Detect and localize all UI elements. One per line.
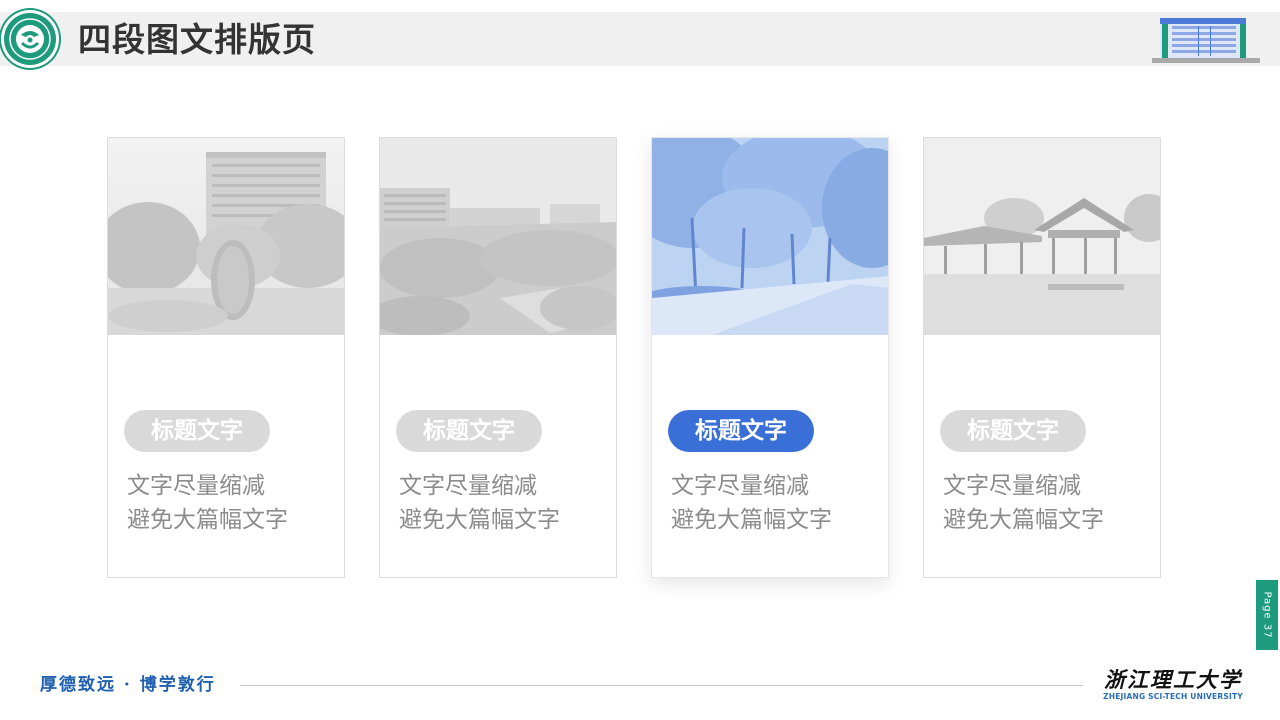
logo-emblem-icon bbox=[9, 18, 51, 60]
university-name-calligraphy: 浙江理工大学 bbox=[1104, 667, 1242, 692]
campus-aerial-photo bbox=[380, 138, 616, 335]
campus-building-icon bbox=[1152, 18, 1260, 63]
card-description-line-2: 避免大篇幅文字 bbox=[127, 507, 288, 533]
card-3[interactable]: 标题文字 文字尽量缩减 避免大篇幅文字 bbox=[651, 137, 889, 578]
card-title-pill: 标题文字 bbox=[396, 410, 542, 452]
page-title: 四段图文排版页 bbox=[78, 20, 316, 59]
card-title-pill: 标题文字 bbox=[940, 410, 1086, 452]
card-description: 文字尽量缩减 避免大篇幅文字 bbox=[399, 469, 609, 537]
card-description-line-1: 文字尽量缩减 bbox=[943, 473, 1081, 499]
card-description: 文字尽量缩减 避免大篇幅文字 bbox=[671, 469, 881, 537]
university-logo bbox=[4, 13, 56, 65]
card-description: 文字尽量缩减 避免大篇幅文字 bbox=[127, 469, 337, 537]
pavilion-photo bbox=[924, 138, 1160, 335]
card-description-line-2: 避免大篇幅文字 bbox=[943, 507, 1104, 533]
card-1[interactable]: 标题文字 文字尽量缩减 避免大篇幅文字 bbox=[107, 137, 345, 578]
card-description-line-2: 避免大篇幅文字 bbox=[399, 507, 560, 533]
card-4[interactable]: 标题文字 文字尽量缩减 避免大篇幅文字 bbox=[923, 137, 1161, 578]
card-description-line-1: 文字尽量缩减 bbox=[127, 473, 265, 499]
university-name-english: ZHEJIANG SCI-TECH UNIVERSITY bbox=[1103, 692, 1243, 701]
card-description-line-2: 避免大篇幅文字 bbox=[671, 507, 832, 533]
footer-divider bbox=[240, 685, 1083, 686]
card-2[interactable]: 标题文字 文字尽量缩减 避免大篇幅文字 bbox=[379, 137, 617, 578]
page-number-tab: Page 37 bbox=[1256, 580, 1278, 650]
page-number-label: Page 37 bbox=[1261, 591, 1273, 639]
tree-lined-road-photo bbox=[652, 138, 888, 335]
card-description-line-1: 文字尽量缩减 bbox=[399, 473, 537, 499]
campus-building-stone-photo bbox=[108, 138, 344, 335]
university-motto: 厚德致远 · 博学敦行 bbox=[40, 675, 216, 695]
card-description-line-1: 文字尽量缩减 bbox=[671, 473, 809, 499]
card-description: 文字尽量缩减 避免大篇幅文字 bbox=[943, 469, 1153, 537]
card-title-pill: 标题文字 bbox=[124, 410, 270, 452]
card-title-pill: 标题文字 bbox=[668, 410, 814, 452]
